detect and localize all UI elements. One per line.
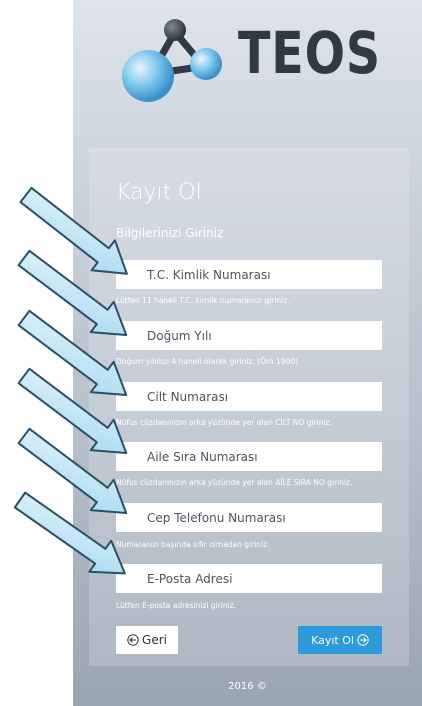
tc-kimlik-input[interactable]: T.C. Kimlik Numarası — [116, 260, 382, 289]
aile-sira-input[interactable]: Aile Sıra Numarası — [116, 442, 382, 471]
register-button-label: Kayıt Ol — [311, 633, 354, 647]
forward-circle-icon — [357, 634, 369, 646]
back-button[interactable]: Geri — [116, 626, 178, 654]
brand-name: TEOS — [238, 19, 381, 87]
dogum-yili-hint: Doğum yılınızı 4 haneli olarak giriniz. … — [116, 357, 299, 366]
cep-telefonu-input[interactable]: Cep Telefonu Numarası — [116, 503, 382, 532]
form-subtitle: Bilgilerinizi Giriniz — [116, 226, 224, 240]
cep-telefonu-hint: Numaranızı başında sıfır olmadan giriniz… — [116, 540, 270, 549]
footer-copyright: 2016 © — [228, 681, 267, 692]
email-hint: Lütfen E-posta adresinizi giriniz. — [116, 601, 237, 610]
cilt-no-input[interactable]: Cilt Numarası — [116, 382, 382, 411]
back-button-label: Geri — [142, 633, 167, 647]
tc-kimlik-hint: Lütfen 11 haneli T.C. kimlik numaranızı … — [116, 296, 290, 305]
register-button[interactable]: Kayıt Ol — [298, 626, 382, 654]
dogum-yili-input[interactable]: Doğum Yılı — [116, 321, 382, 350]
cilt-no-hint: Nüfus cüzdanınızın arka yüzünde yer alan… — [116, 418, 332, 427]
back-circle-icon — [127, 634, 139, 646]
email-input[interactable]: E-Posta Adresi — [116, 564, 382, 593]
page-title: Kayıt Ol — [116, 180, 202, 205]
aile-sira-hint: Nüfus cüzdanınızın arka yüzünde yer alan… — [116, 478, 353, 487]
